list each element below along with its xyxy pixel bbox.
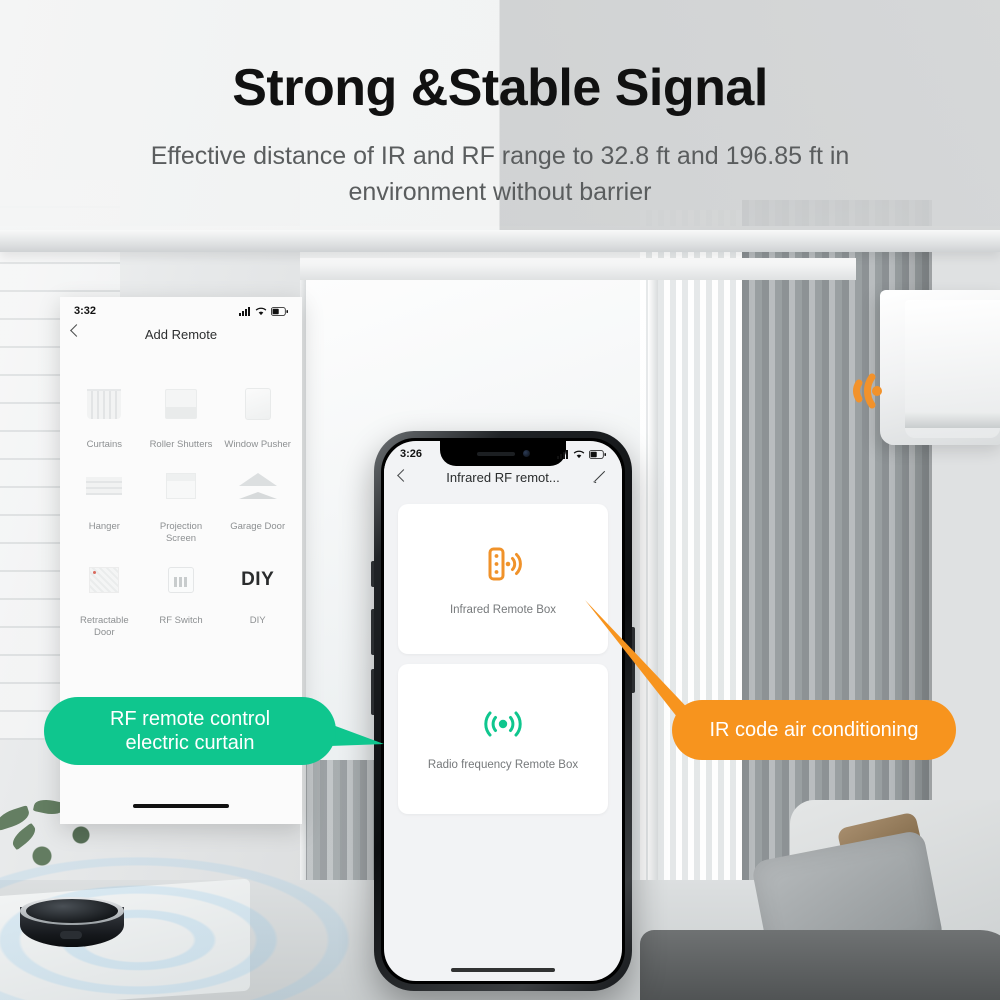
grid-label: RF Switch bbox=[159, 614, 203, 626]
right-nav-title: Infrared RF remot... bbox=[446, 469, 560, 485]
back-icon[interactable] bbox=[70, 324, 83, 337]
sofa-seat bbox=[640, 930, 1000, 1000]
volume-up-button[interactable] bbox=[371, 609, 374, 655]
volume-down-button[interactable] bbox=[371, 669, 374, 715]
diy-icon: DIY bbox=[241, 568, 275, 590]
product-marketing-image: Strong &Stable Signal Effective distance… bbox=[0, 0, 1000, 1000]
grid-label: Curtains bbox=[86, 439, 123, 450]
grid-item-curtains[interactable]: Curtains bbox=[66, 375, 143, 451]
battery-icon bbox=[271, 306, 288, 316]
garage-door-icon bbox=[238, 472, 277, 499]
window-frame-top bbox=[296, 258, 856, 280]
left-status-time: 3:32 bbox=[74, 305, 97, 317]
home-indicator[interactable] bbox=[133, 804, 229, 808]
grid-label: Retractable Door bbox=[80, 614, 129, 638]
grid-label: Roller Shutters bbox=[149, 439, 213, 450]
air-conditioner-vent bbox=[905, 412, 1000, 428]
grid-item-window-pusher[interactable]: Window Pusher bbox=[219, 375, 296, 451]
grid-item-roller-shutters[interactable]: Roller Shutters bbox=[143, 375, 220, 451]
right-status-time: 3:26 bbox=[400, 448, 423, 460]
page-title: Strong &Stable Signal bbox=[232, 59, 768, 117]
card-infrared-remote-box[interactable]: Infrared Remote Box bbox=[398, 504, 608, 654]
grid-item-garage-door[interactable]: Garage Door bbox=[219, 457, 296, 545]
callout-rf-remote-control-electric-curtain: RF remote control electric curtain bbox=[44, 697, 336, 765]
card-radio-frequency-remote-box[interactable]: Radio frequency Remote Box bbox=[398, 664, 608, 814]
signal-bars-icon bbox=[239, 306, 250, 316]
pencil-icon[interactable] bbox=[591, 469, 607, 485]
grid-label: DIY bbox=[249, 614, 266, 626]
ir-signal-waves-icon bbox=[853, 373, 882, 409]
infrared-remote-box-icon bbox=[488, 547, 522, 581]
retractable-door-icon bbox=[89, 566, 120, 593]
battery-icon bbox=[589, 449, 606, 459]
window-pusher-icon bbox=[244, 388, 271, 420]
grid-item-projection-screen[interactable]: Projection Screen bbox=[143, 457, 220, 545]
hub-top-surface bbox=[26, 899, 118, 923]
right-status-bar: 3:26 bbox=[384, 441, 622, 460]
left-nav-bar: Add Remote bbox=[60, 319, 302, 349]
card-label: Infrared Remote Box bbox=[449, 604, 557, 616]
grid-item-retractable-door[interactable]: Retractable Door bbox=[66, 551, 143, 639]
callout-text-line1: RF remote control bbox=[109, 708, 271, 730]
callout-text: IR code air conditioning bbox=[709, 718, 919, 741]
roller-shutters-icon bbox=[164, 389, 197, 419]
green-callout-pointer bbox=[330, 724, 384, 746]
smart-ir-rf-hub-device bbox=[20, 893, 124, 949]
left-nav-title: Add Remote bbox=[144, 326, 218, 342]
wifi-icon bbox=[573, 450, 585, 458]
grid-label: Projection Screen bbox=[159, 520, 203, 544]
hub-led bbox=[60, 931, 82, 939]
grid-item-rf-switch[interactable]: RF Switch bbox=[143, 551, 220, 639]
grid-item-diy[interactable]: DIY DIY bbox=[219, 551, 296, 639]
home-indicator[interactable] bbox=[451, 968, 555, 972]
hanger-icon bbox=[86, 476, 123, 495]
back-icon[interactable] bbox=[397, 469, 410, 482]
mute-switch[interactable] bbox=[371, 561, 374, 587]
page-subtitle: Effective distance of IR and RF range to… bbox=[150, 142, 850, 207]
projection-screen-icon bbox=[165, 472, 196, 499]
grid-label: Garage Door bbox=[230, 520, 286, 532]
signal-bars-icon bbox=[557, 449, 568, 459]
radio-frequency-remote-box-icon bbox=[484, 711, 522, 737]
rf-switch-icon bbox=[167, 566, 194, 593]
grid-label: Window Pusher bbox=[224, 439, 291, 450]
grid-label: Hanger bbox=[88, 520, 120, 532]
left-status-bar: 3:32 bbox=[60, 297, 302, 319]
curtains-icon bbox=[87, 389, 122, 419]
callout-ir-code-air-conditioning: IR code air conditioning bbox=[672, 700, 956, 760]
card-label: Radio frequency Remote Box bbox=[427, 759, 579, 771]
grid-item-hanger[interactable]: Hanger bbox=[66, 457, 143, 545]
remote-type-grid: Curtains Roller Shutters Window Pusher H… bbox=[60, 349, 302, 638]
callout-text-line2: electric curtain bbox=[125, 732, 255, 754]
wifi-icon bbox=[255, 307, 267, 315]
